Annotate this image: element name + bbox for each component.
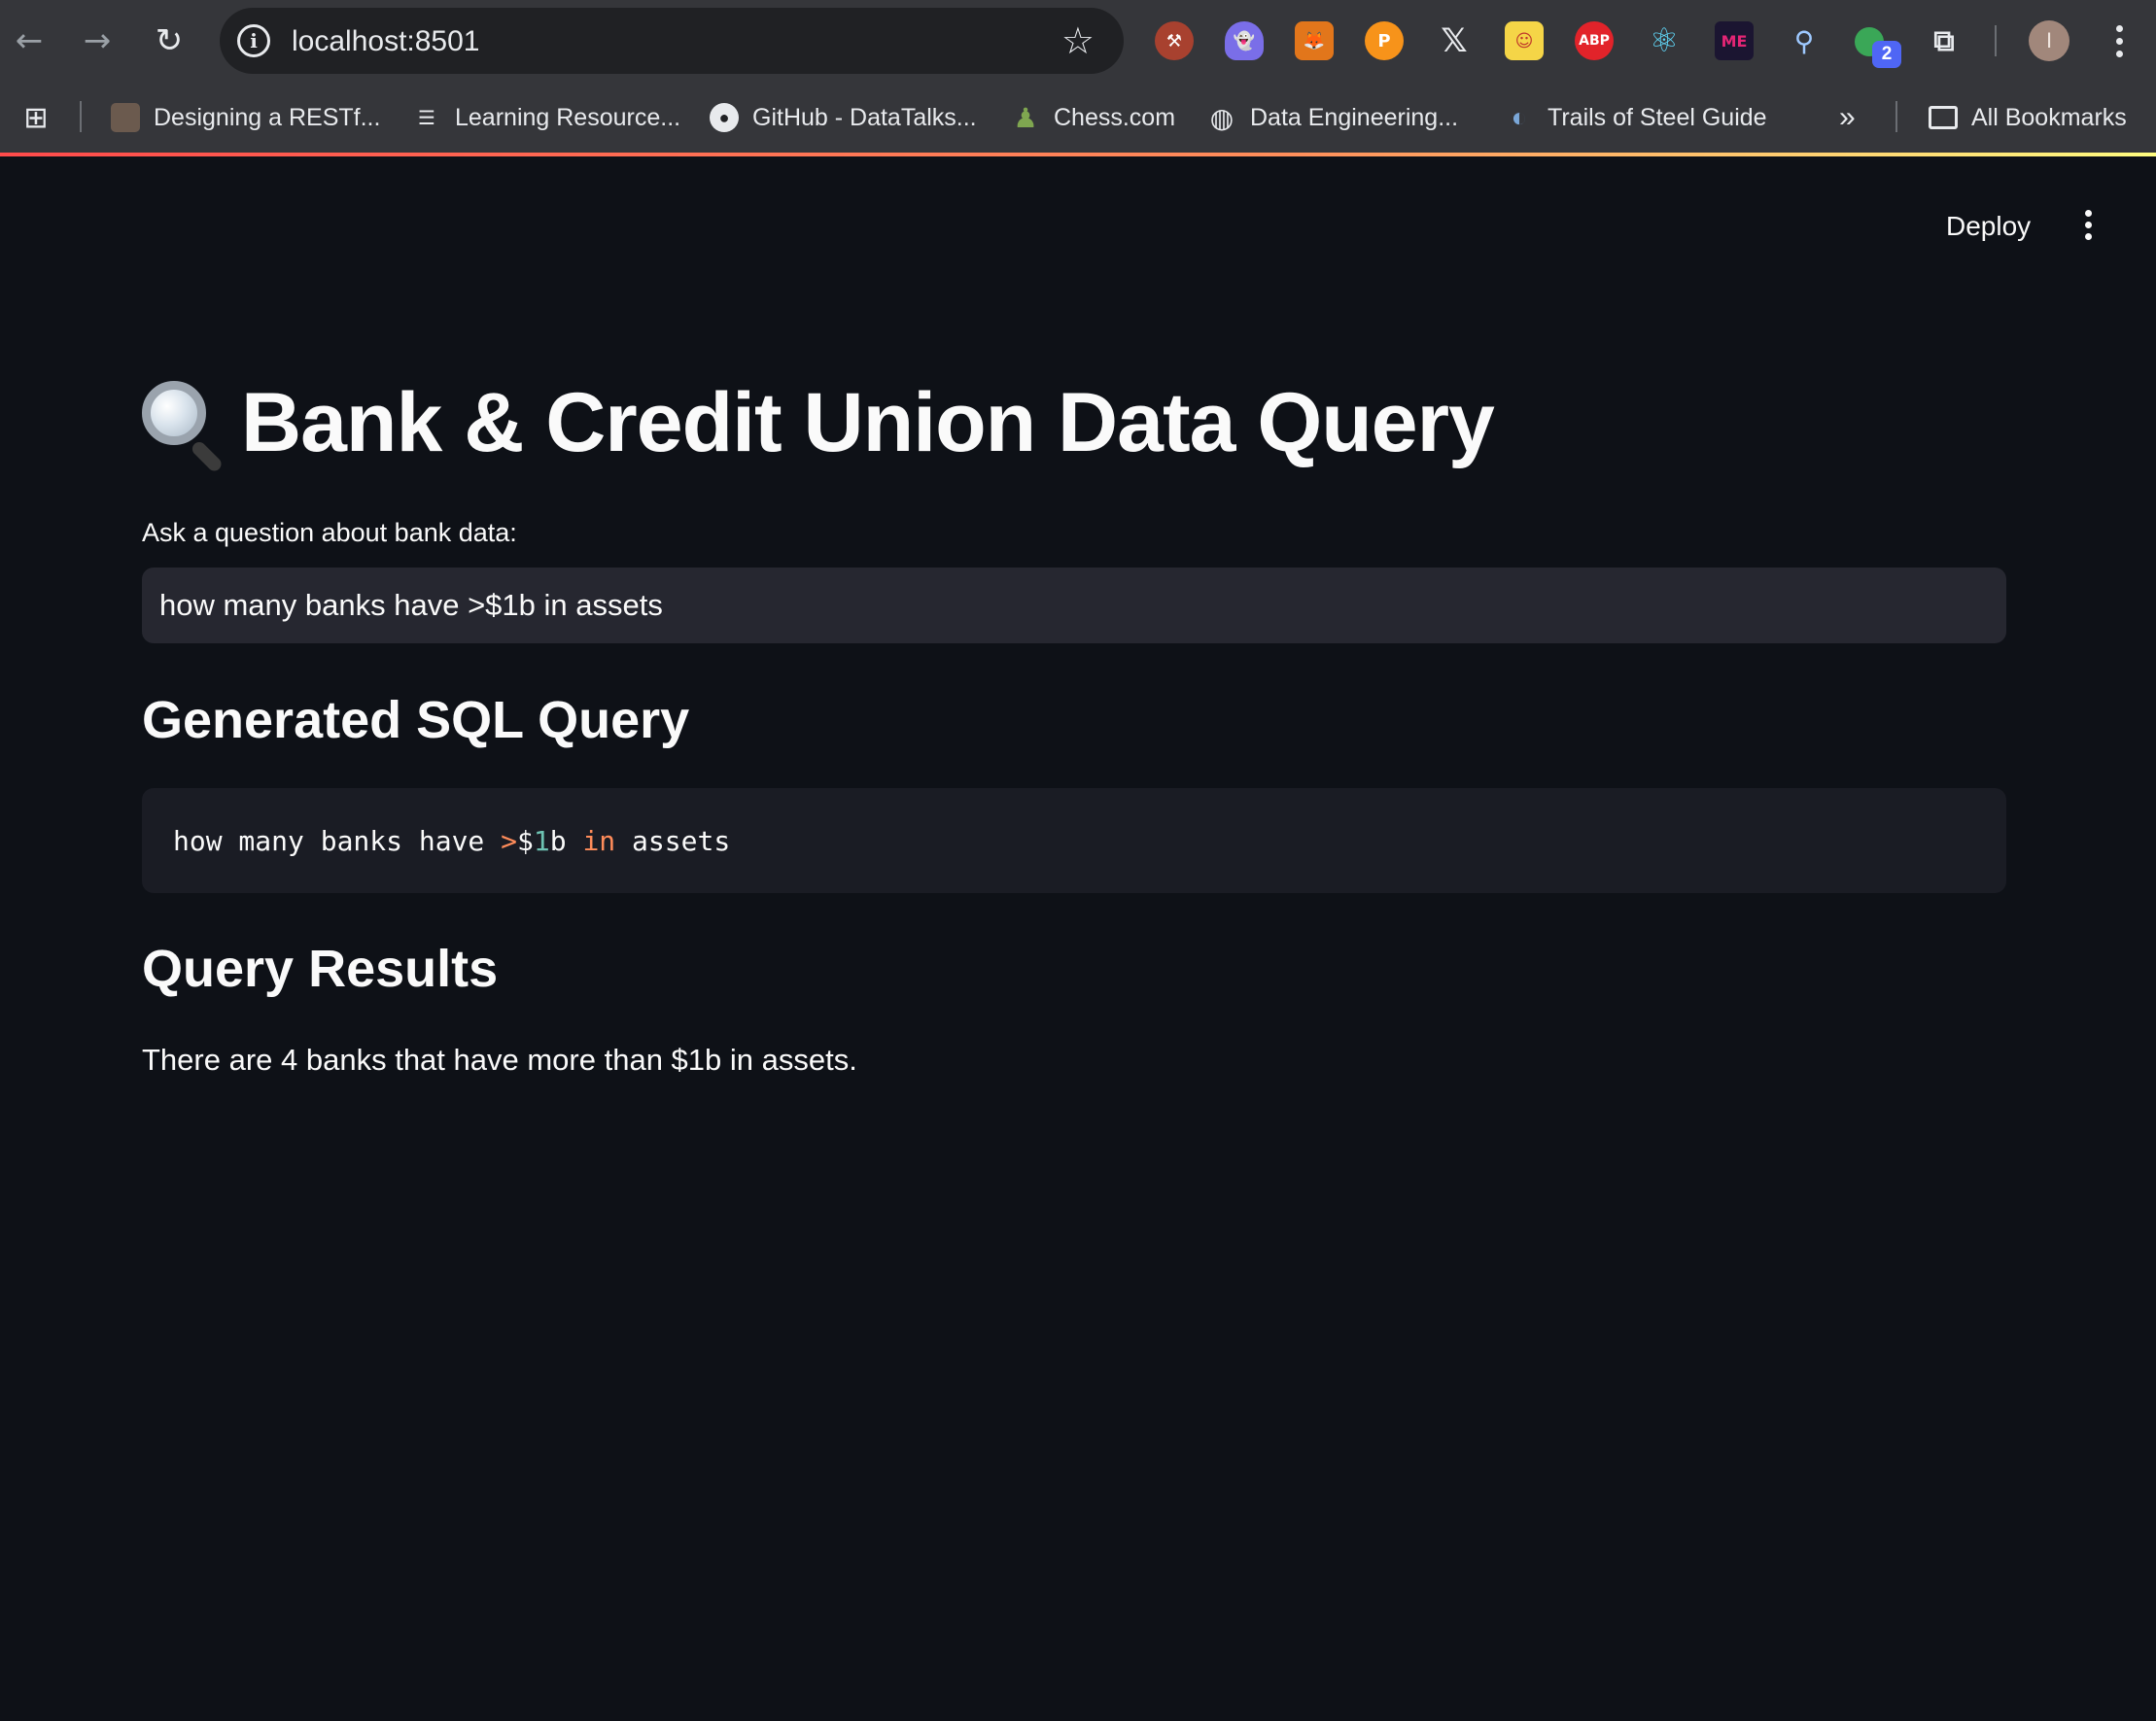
question-input[interactable]: how many banks have >$1b in assets bbox=[142, 568, 2006, 643]
bookmark-item[interactable]: ◍ Data Engineering... bbox=[1207, 97, 1458, 138]
reload-button[interactable]: ↻ bbox=[146, 17, 192, 64]
code-token-keyword: in bbox=[582, 824, 616, 857]
page-title-text: Bank & Credit Union Data Query bbox=[241, 375, 1495, 469]
bookmark-label: Trails of Steel Guide bbox=[1547, 103, 1767, 131]
github-icon: ● bbox=[710, 103, 739, 132]
pawn-icon: ♟ bbox=[1013, 102, 1038, 133]
code-token: b bbox=[549, 824, 583, 857]
p-coin-icon[interactable]: P bbox=[1365, 21, 1404, 60]
metamask-fox-icon[interactable]: 🦊 bbox=[1295, 21, 1334, 60]
bookmark-item[interactable]: ♟ Chess.com bbox=[1011, 97, 1175, 138]
avatar-favicon-icon bbox=[111, 103, 140, 132]
code-token-operator: > bbox=[501, 824, 518, 857]
extension-badge: 2 bbox=[1872, 41, 1901, 68]
more-bookmarks-button[interactable]: » bbox=[1839, 97, 1856, 138]
react-icon[interactable]: ⚛ bbox=[1645, 21, 1684, 60]
query-result-text: There are 4 banks that have more than $1… bbox=[142, 1043, 857, 1077]
bookmark-item[interactable]: Designing a RESTf... bbox=[111, 97, 380, 138]
browser-menu-button[interactable] bbox=[2107, 17, 2131, 64]
globe-icon: ◍ bbox=[1209, 102, 1234, 133]
code-token-number: 1 bbox=[533, 824, 550, 857]
grid-icon: ⊞ bbox=[23, 101, 49, 134]
bookmark-label: Data Engineering... bbox=[1250, 103, 1459, 131]
bookmark-label: Chess.com bbox=[1054, 103, 1176, 131]
site-info-icon[interactable]: i bbox=[237, 24, 270, 57]
bookmark-item[interactable]: ◐ Trails of Steel Guide bbox=[1505, 97, 1767, 138]
question-input-label: Ask a question about bank data: bbox=[142, 518, 517, 547]
arrow-right-icon: → bbox=[83, 21, 112, 60]
magic-eden-icon[interactable]: ME bbox=[1715, 21, 1754, 60]
main-menu-button[interactable] bbox=[2076, 207, 2100, 242]
bookmark-star-icon[interactable]: ☆ bbox=[1061, 19, 1095, 62]
bookmark-item[interactable]: ☰ Learning Resource... bbox=[412, 97, 680, 138]
bookmarks-bar: ⊞ Designing a RESTf... ☰ Learning Resour… bbox=[0, 82, 2156, 154]
folder-icon bbox=[1929, 106, 1958, 129]
bookmarks-divider bbox=[1895, 101, 1897, 132]
x-logo-icon[interactable]: 𝕏 bbox=[1435, 21, 1474, 60]
puzzle-extension-icon[interactable]: ⧉ bbox=[1925, 21, 1964, 60]
address-bar-url[interactable]: localhost:8501 bbox=[292, 25, 479, 58]
planet-icon: ◐ bbox=[1511, 102, 1528, 132]
arrow-left-icon: ← bbox=[15, 21, 44, 60]
ghost-icon[interactable]: 👻 bbox=[1225, 21, 1264, 60]
bookmark-item[interactable]: ● GitHub - DataTalks... bbox=[710, 97, 977, 138]
browser-chrome: ← → ↻ i localhost:8501 ☆ ⚒ 👻 🦊 P 𝕏 ☺ ABP… bbox=[0, 0, 2156, 154]
all-bookmarks-button[interactable]: All Bookmarks bbox=[1929, 97, 2127, 138]
sql-section-heading: Generated SQL Query bbox=[142, 691, 690, 749]
pickaxe-icon[interactable]: ⚒ bbox=[1155, 21, 1194, 60]
toolbar-divider bbox=[1995, 25, 1997, 56]
code-token: $ bbox=[517, 824, 534, 857]
cartoon-icon[interactable]: ☺ bbox=[1505, 21, 1544, 60]
code-token: how many banks have bbox=[173, 824, 502, 857]
magnifying-glass-icon bbox=[142, 379, 225, 474]
bookmark-label: Designing a RESTf... bbox=[154, 103, 381, 131]
profile-avatar[interactable]: I bbox=[2029, 20, 2069, 61]
results-section-heading: Query Results bbox=[142, 940, 499, 998]
bookmark-label: Learning Resource... bbox=[455, 103, 681, 131]
forward-button[interactable]: → bbox=[74, 17, 121, 64]
code-token: assets bbox=[615, 824, 731, 857]
magnifier-icon[interactable]: ⚲ bbox=[1785, 21, 1824, 60]
back-button[interactable]: ← bbox=[6, 17, 52, 64]
browser-toolbar: ← → ↻ i localhost:8501 ☆ ⚒ 👻 🦊 P 𝕏 ☺ ABP… bbox=[0, 0, 2156, 82]
all-bookmarks-label: All Bookmarks bbox=[1971, 103, 2127, 131]
address-bar[interactable]: i localhost:8501 ☆ bbox=[220, 8, 1124, 74]
sql-code-block: how many banks have > $1 b in assets bbox=[142, 788, 2006, 893]
apps-grid-button[interactable]: ⊞ bbox=[21, 97, 51, 138]
page-title: Bank & Credit Union Data Query bbox=[142, 369, 1495, 476]
bookmark-label: GitHub - DataTalks... bbox=[752, 103, 977, 131]
bookmarks-divider bbox=[80, 101, 82, 132]
app-header: Deploy bbox=[0, 156, 2156, 241]
db-favicon-icon: ☰ bbox=[418, 107, 435, 129]
deploy-button[interactable]: Deploy bbox=[1934, 203, 2042, 250]
adblock-icon[interactable]: ABP bbox=[1575, 21, 1614, 60]
reload-icon: ↻ bbox=[155, 21, 184, 60]
